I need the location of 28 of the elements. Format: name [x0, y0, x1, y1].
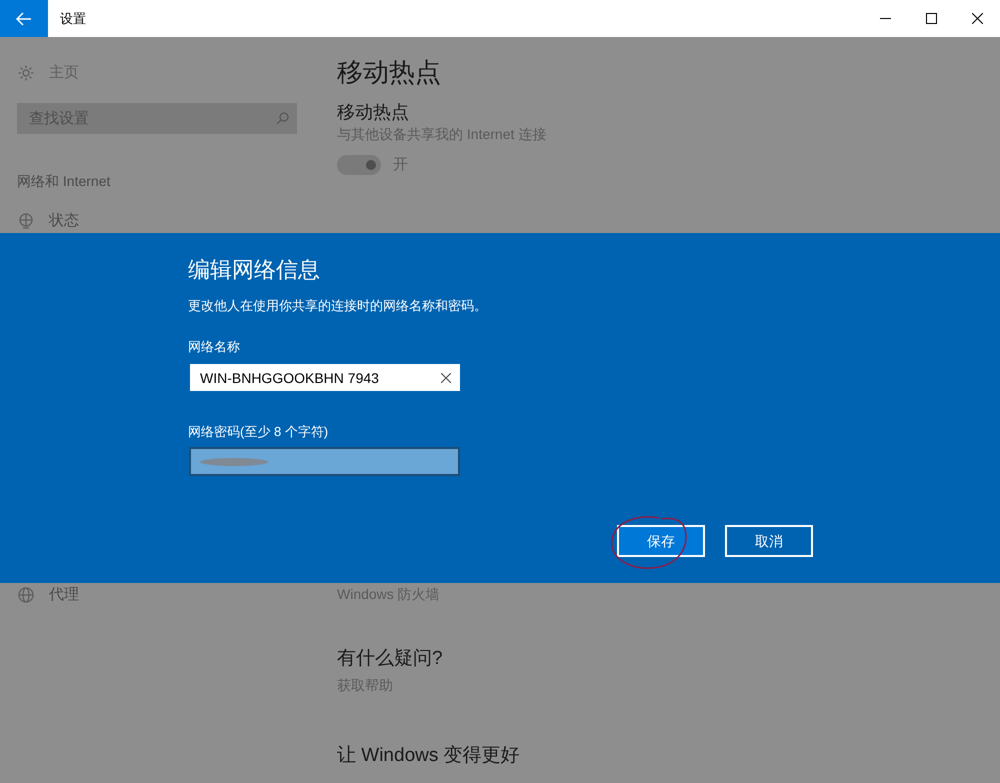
field-label: 网络名称 — [188, 338, 241, 356]
section-heading: 移动热点 — [337, 101, 410, 124]
settings-icon — [17, 64, 35, 82]
window-title: 设置 — [60, 10, 86, 28]
toggle-switch[interactable] — [337, 155, 381, 176]
back-arrow-icon — [16, 12, 32, 26]
nav-item[interactable]: 状态 — [49, 210, 79, 232]
maximize-icon — [926, 13, 936, 24]
section-heading: 网络和 Internet — [17, 172, 112, 191]
input-field[interactable]: WIN-BNHGGOOKBHN 7943 — [190, 364, 460, 391]
section-heading: 有什么疑问? — [337, 646, 444, 670]
page-title: 移动热点 — [337, 56, 442, 89]
back-button[interactable] — [0, 0, 48, 37]
nav-item[interactable]: 代理 — [49, 584, 79, 606]
dialog-description: 更改他人在使用你共享的连接时的网络名称和密码。 — [188, 297, 488, 315]
globe-icon — [17, 212, 35, 230]
password-field[interactable] — [189, 447, 460, 476]
globe-icon — [17, 586, 35, 604]
clear-icon — [441, 373, 451, 383]
field-label: 网络密码(至少 8 个字符) — [188, 423, 330, 441]
section-heading: 让 Windows 变得更好 — [337, 744, 521, 768]
dialog-title: 编辑网络信息 — [188, 256, 321, 284]
redaction-mark — [199, 456, 269, 466]
cancel-button[interactable]: 取消 — [725, 525, 813, 557]
minimize-icon — [880, 18, 890, 19]
search-icon — [276, 112, 289, 125]
save-button[interactable]: 保存 — [617, 525, 705, 557]
close-icon — [972, 13, 982, 24]
